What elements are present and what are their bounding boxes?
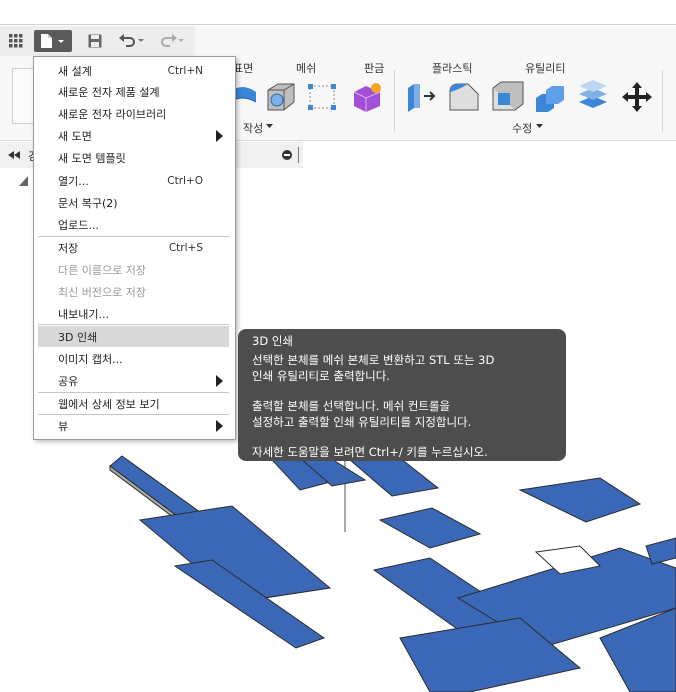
chamfer-icon[interactable]	[490, 80, 524, 114]
menu-item-view[interactable]: 뷰	[38, 415, 229, 436]
redo-icon[interactable]	[156, 30, 188, 52]
menu-item-label: 내보내기...	[58, 307, 109, 321]
menu-item-share[interactable]: 공유	[38, 370, 229, 391]
group-separator	[662, 70, 663, 132]
menu-item-3d-print[interactable]: 3D 인쇄	[38, 326, 229, 347]
menu-item-shortcut: Ctrl+O	[167, 174, 203, 187]
menu-item-recover-documents[interactable]: 문서 복구(2)	[38, 192, 229, 213]
submenu-arrow-icon	[216, 375, 223, 387]
menu-item-label: 업로드...	[58, 218, 99, 232]
menu-item-shortcut: Ctrl+S	[168, 241, 203, 254]
menu-item-new-drawing[interactable]: 새 도면	[38, 125, 229, 146]
menu-item-label: 열기...	[58, 174, 89, 188]
tab-plastic[interactable]: 플라스틱	[432, 60, 472, 76]
menu-item-export[interactable]: 내보내기...	[38, 303, 229, 324]
tab-sheet-metal[interactable]: 판금	[364, 60, 384, 76]
group-separator	[394, 70, 395, 132]
create-dropdown-icon[interactable]	[266, 124, 274, 130]
menu-item-new-drawing-template[interactable]: 새 도면 템플릿	[38, 147, 229, 168]
file-icon	[41, 34, 64, 48]
tooltip-description: 선택한 본체를 메쉬 본체로 변환하고 STL 또는 3D 인쇄 유틸리티로 출…	[252, 353, 495, 383]
undo-icon[interactable]	[116, 30, 148, 52]
menu-item-open[interactable]: 열기... Ctrl+O	[38, 170, 229, 191]
menu-item-label: 최신 버전으로 저장	[58, 285, 146, 299]
collapse-browser-icon[interactable]	[8, 151, 20, 159]
menu-item-view-details-on-web[interactable]: 웹에서 상세 정보 보기	[38, 393, 229, 414]
document-tab-strip	[195, 26, 676, 56]
shell-box-icon[interactable]	[264, 80, 298, 114]
tab-surface[interactable]: 표면	[233, 60, 253, 76]
menu-item-save-as[interactable]: 다른 이름으로 저장	[38, 259, 229, 280]
menu-item-upload[interactable]: 업로드...	[38, 214, 229, 235]
app-grid-icon[interactable]	[4, 30, 28, 52]
menu-item-new-electronics-design[interactable]: 새로운 전자 제품 설계	[38, 81, 229, 102]
menu-item-label: 새로운 전자 라이브러리	[58, 107, 167, 121]
menu-item-new-design[interactable]: 새 설계 Ctrl+N	[38, 60, 229, 81]
menu-item-label: 문서 복구(2)	[58, 196, 118, 210]
scale-icon[interactable]	[576, 80, 610, 114]
browser-minimize-icon[interactable]	[282, 150, 292, 160]
move-icon[interactable]	[620, 80, 654, 114]
tab-mesh[interactable]: 메쉬	[296, 60, 316, 76]
fillet-icon[interactable]	[447, 80, 481, 114]
menu-item-label: 새 도면 템플릿	[58, 151, 126, 165]
modify-group-label[interactable]: 수정	[512, 120, 532, 136]
menu-item-label: 새 설계	[58, 64, 92, 78]
shell-icon[interactable]	[533, 80, 567, 114]
browser-resize-handle[interactable]	[298, 147, 299, 163]
modify-dropdown-icon[interactable]	[536, 124, 544, 130]
menu-item-label: 웹에서 상세 정보 보기	[58, 397, 160, 411]
menu-item-label: 공유	[58, 374, 79, 388]
menu-item-new-electronics-library[interactable]: 새로운 전자 라이브러리	[38, 103, 229, 124]
file-menu-button[interactable]	[34, 30, 72, 52]
menu-item-label: 3D 인쇄	[58, 330, 98, 344]
tooltip-title: 3D 인쇄	[252, 334, 293, 348]
file-dropdown-menu: 새 설계 Ctrl+N 새로운 전자 제품 설계 새로운 전자 라이브러리 새 …	[33, 56, 236, 440]
window-top-bar	[0, 0, 676, 25]
menu-item-label: 다른 이름으로 저장	[58, 263, 146, 277]
tooltip-instructions: 출력할 본체를 선택합니다. 메쉬 컨트롤을 설정하고 출력할 인쇄 유틸리티를…	[252, 399, 472, 429]
menu-item-label: 저장	[58, 241, 79, 255]
menu-item-shortcut: Ctrl+N	[167, 64, 203, 77]
create-group-label[interactable]: 작성	[243, 120, 263, 136]
menu-item-save-as-latest[interactable]: 최신 버전으로 저장	[38, 281, 229, 302]
menu-item-capture-image[interactable]: 이미지 캡처...	[38, 348, 229, 369]
create-form-icon[interactable]	[350, 80, 384, 114]
submenu-arrow-icon	[216, 420, 223, 432]
quick-access-toolbar	[0, 26, 676, 56]
origin-triangle-icon	[19, 176, 28, 186]
tooltip-help-hint: 자세한 도움말을 보려면 Ctrl+/ 키를 누르십시오.	[252, 445, 488, 459]
menu-item-label: 이미지 캡처...	[58, 352, 123, 366]
submenu-arrow-icon	[216, 130, 223, 142]
menu-item-label: 뷰	[58, 419, 69, 433]
menu-separator	[38, 324, 229, 325]
3d-print-tooltip: 3D 인쇄 선택한 본체를 메쉬 본체로 변환하고 STL 또는 3D 인쇄 유…	[238, 329, 566, 461]
press-pull-icon[interactable]	[404, 80, 438, 114]
save-icon[interactable]	[84, 30, 106, 52]
menu-item-label: 새로운 전자 제품 설계	[58, 85, 160, 99]
bounding-box-icon[interactable]	[305, 80, 339, 114]
tab-utilities[interactable]: 유틸리티	[525, 60, 565, 76]
menu-item-label: 새 도면	[58, 129, 92, 143]
menu-item-save[interactable]: 저장 Ctrl+S	[38, 237, 229, 258]
